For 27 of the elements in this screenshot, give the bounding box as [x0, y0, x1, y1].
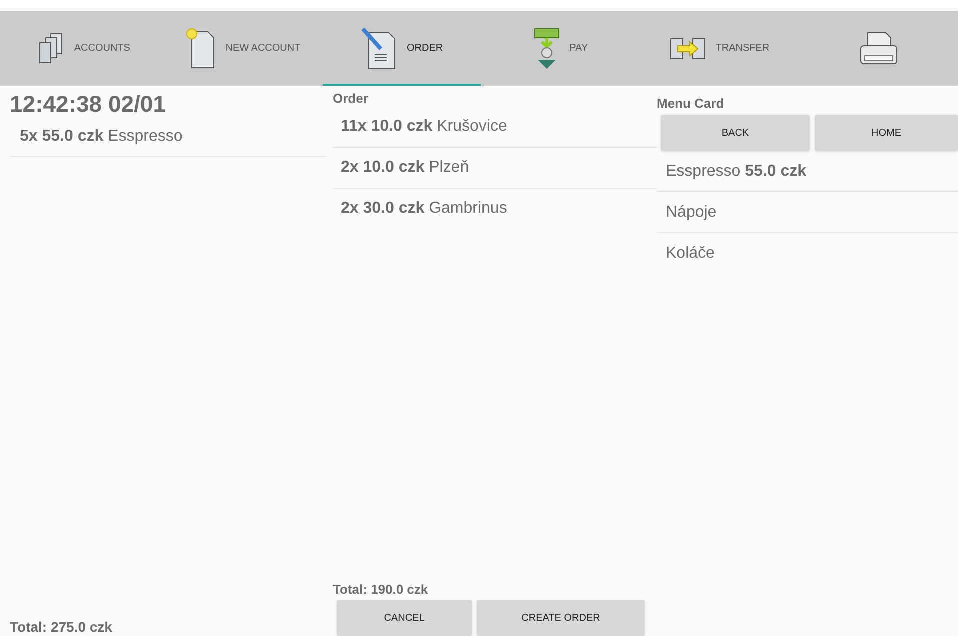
back-button[interactable]: BACK — [661, 115, 810, 151]
printer-icon — [860, 30, 898, 66]
menu-card-heading: Menu Card — [657, 95, 726, 112]
money-person-icon — [534, 28, 560, 70]
transfer-icon — [670, 36, 706, 60]
order-item[interactable]: 11x 10.0 czk Krušovice — [333, 107, 657, 148]
toolbar-tab[interactable]: ACCOUNTS — [5, 11, 164, 86]
document-pen-icon — [361, 26, 397, 70]
order-item[interactable]: 2x 10.0 czk Plzeň — [333, 148, 657, 189]
toolbar-tab[interactable]: ORDER — [322, 11, 482, 86]
account-total: Total: 275.0 czk — [10, 619, 114, 636]
order-item[interactable]: 2x 30.0 czk Gambrinus — [333, 189, 657, 230]
toolbar-tab[interactable]: NEW ACCOUNT — [164, 11, 323, 86]
documents-icon — [38, 32, 64, 64]
menu-item[interactable]: Nápoje — [657, 192, 958, 233]
new-document-icon — [186, 28, 216, 70]
toolbar-tab[interactable]: PAY — [481, 11, 640, 86]
cancel-button[interactable]: CANCEL — [337, 600, 472, 636]
order-heading: Order — [333, 90, 370, 107]
menu-item[interactable]: Koláče — [657, 233, 958, 274]
account-time: 12:42:38 02/01 — [10, 90, 168, 119]
account-item[interactable]: 5x 55.0 czk Esspresso — [10, 119, 327, 157]
menu-item[interactable]: Esspresso 55.0 czk — [657, 151, 958, 192]
create-order-button[interactable]: CREATE ORDER — [477, 600, 645, 636]
home-button[interactable]: HOME — [815, 115, 958, 151]
order-total: Total: 190.0 czk — [333, 582, 430, 599]
toolbar-tab[interactable]: TRANSFER — [640, 11, 800, 86]
